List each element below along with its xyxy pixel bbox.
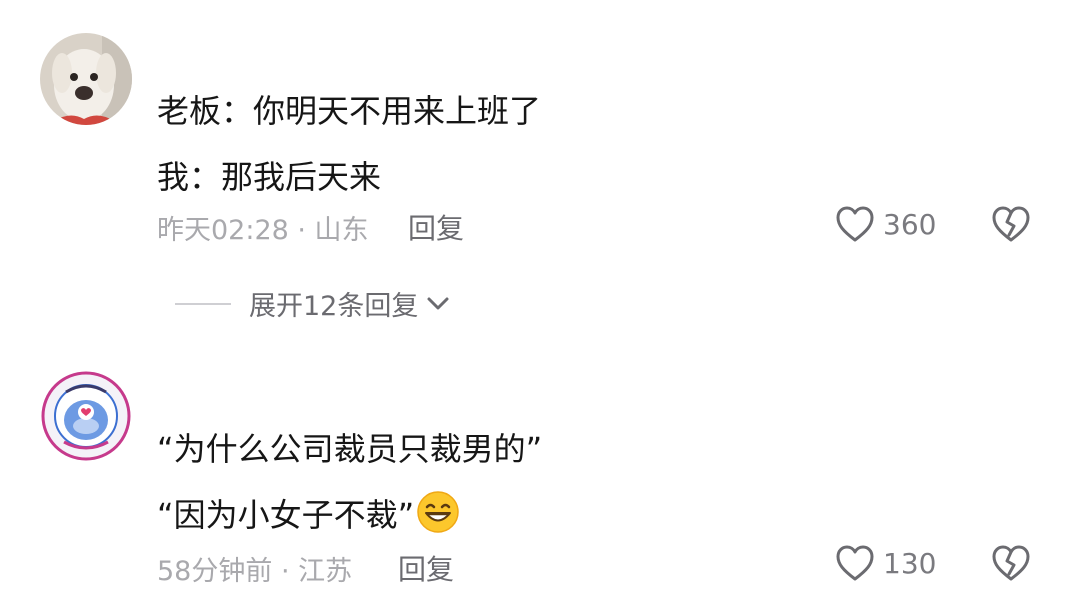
comment-line: 我：那我后天来 bbox=[157, 158, 382, 196]
broken-heart-icon bbox=[992, 206, 1030, 242]
expand-replies-button[interactable]: 展开12条回复 bbox=[175, 284, 450, 323]
reply-button[interactable]: 回复 bbox=[408, 207, 464, 247]
like-count: 130 bbox=[883, 546, 937, 580]
avatar[interactable] bbox=[40, 33, 132, 125]
dog-avatar-icon bbox=[40, 33, 132, 125]
like-button[interactable]: 360 bbox=[835, 205, 936, 243]
heart-icon bbox=[836, 206, 874, 242]
cartoon-badge-avatar-icon bbox=[40, 370, 132, 462]
comment-line: 老板：你明天不用来上班了 bbox=[157, 92, 542, 130]
reply-button[interactable]: 回复 bbox=[398, 548, 454, 588]
divider-line bbox=[175, 302, 231, 305]
like-button[interactable]: 130 bbox=[835, 544, 936, 582]
avatar[interactable] bbox=[40, 370, 132, 462]
expand-replies-label: 展开12条回复 bbox=[249, 291, 419, 322]
broken-heart-icon bbox=[992, 545, 1030, 581]
comment-line: “因为小女子不裁” bbox=[157, 482, 542, 548]
comment-text: 老板：你明天不用来上班了 我：那我后天来 bbox=[157, 78, 541, 210]
comment-text: “为什么公司裁员只裁男的” “因为小女子不裁” bbox=[157, 416, 542, 548]
dislike-button[interactable] bbox=[991, 205, 1031, 247]
comment-line-text: “因为小女子不裁” bbox=[157, 496, 415, 534]
comment-line: “为什么公司裁员只裁男的” bbox=[157, 430, 543, 468]
comment-item: 老板：你明天不用来上班了 我：那我后天来 昨天02:28 · 山东 回复 360… bbox=[0, 0, 1080, 322]
comment-item: “为什么公司裁员只裁男的” “因为小女子不裁” 58分钟前 · 江苏 回复 13… bbox=[0, 360, 1080, 616]
chevron-down-icon bbox=[427, 297, 449, 309]
heart-icon bbox=[836, 545, 874, 581]
comment-meta: 58分钟前 · 江苏 bbox=[157, 556, 353, 587]
comment-meta: 昨天02:28 · 山东 bbox=[157, 215, 369, 246]
grinning-face-icon bbox=[416, 490, 460, 556]
like-count: 360 bbox=[883, 207, 937, 241]
dislike-button[interactable] bbox=[991, 544, 1031, 586]
